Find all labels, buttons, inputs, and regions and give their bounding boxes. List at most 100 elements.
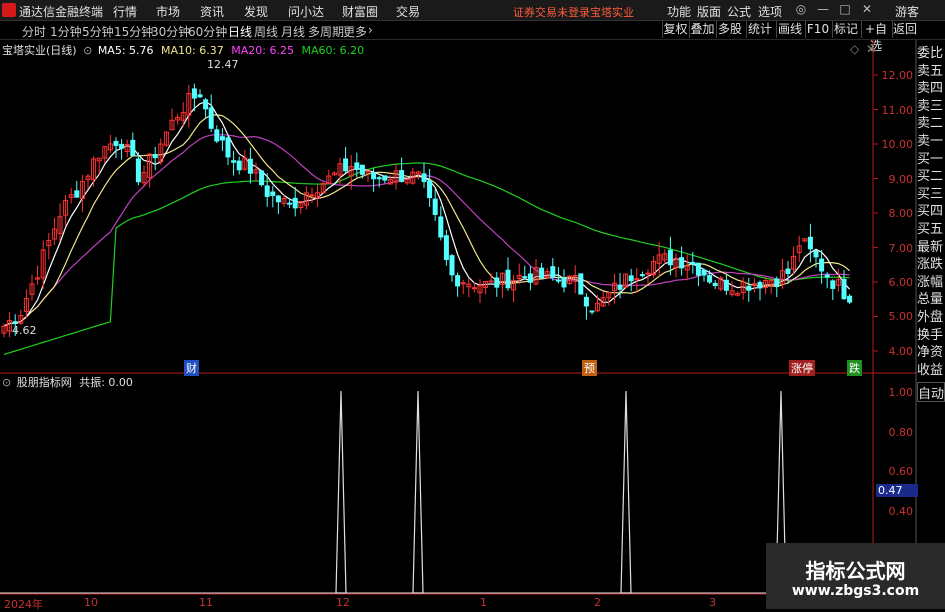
settings-circle-icon[interactable]: ⊙ bbox=[83, 44, 92, 57]
candle-body bbox=[259, 170, 265, 186]
menu-options[interactable]: 选项 bbox=[758, 3, 782, 20]
watermark-title: 指标公式网 bbox=[805, 559, 906, 583]
order-row[interactable]: 卖二 bbox=[917, 115, 945, 133]
multi-stock-button[interactable]: 多股 bbox=[716, 21, 743, 38]
login-warning[interactable]: 证券交易未登录 bbox=[513, 4, 590, 20]
f10-button[interactable]: F10 bbox=[805, 21, 830, 38]
xdate: 3 bbox=[709, 596, 716, 609]
period-30min[interactable]: 30分钟 bbox=[151, 23, 190, 40]
back-button[interactable]: 返回 bbox=[892, 21, 917, 38]
menu-news[interactable]: 资讯 bbox=[200, 3, 224, 20]
close-pane-icon[interactable]: ✕ bbox=[866, 42, 876, 56]
expand-icon[interactable]: ◇ bbox=[850, 42, 859, 56]
order-row[interactable]: 涨幅 bbox=[917, 274, 945, 292]
candle-body bbox=[813, 250, 819, 258]
menu-function[interactable]: 功能 bbox=[667, 3, 691, 20]
period-intraday[interactable]: 分时 bbox=[22, 23, 46, 40]
menu-formula[interactable]: 公式 bbox=[727, 3, 751, 20]
candle-body bbox=[432, 198, 438, 215]
auto-button[interactable]: 自动 bbox=[917, 382, 945, 402]
maximize-icon[interactable]: □ bbox=[836, 1, 854, 18]
candle-body bbox=[191, 88, 197, 99]
candle-body bbox=[275, 195, 281, 203]
order-row[interactable]: 买一 bbox=[917, 151, 945, 169]
ma20-label: MA20: 6.25 bbox=[231, 44, 294, 57]
order-row[interactable]: 委比 bbox=[917, 45, 945, 63]
order-row[interactable]: 卖四 bbox=[917, 80, 945, 98]
period-multi[interactable]: 多周期 bbox=[308, 23, 344, 40]
candles bbox=[1, 83, 853, 338]
period-daily[interactable]: 日线 bbox=[228, 23, 252, 40]
order-row[interactable]: 涨跌 bbox=[917, 256, 945, 274]
event-forecast-badge[interactable]: 预 bbox=[582, 360, 597, 376]
candle-body bbox=[807, 236, 813, 250]
period-1min[interactable]: 1分钟 bbox=[50, 23, 82, 40]
menu-quotes[interactable]: 行情 bbox=[113, 3, 137, 20]
candle-body bbox=[522, 276, 528, 279]
order-row[interactable]: 卖五 bbox=[917, 63, 945, 81]
xdate: 2024年 bbox=[4, 598, 43, 611]
candle-body bbox=[701, 269, 707, 276]
indicator-title[interactable]: 股朋指标网 bbox=[17, 376, 72, 389]
xdate: 1 bbox=[480, 596, 487, 609]
period-monthly[interactable]: 月线 bbox=[281, 23, 305, 40]
order-row[interactable]: 买四 bbox=[917, 203, 945, 221]
add-watchlist-button[interactable]: +自选 bbox=[861, 21, 890, 53]
order-row[interactable]: 外盘 bbox=[917, 309, 945, 327]
event-finance-badge[interactable]: 财 bbox=[184, 360, 199, 376]
period-more[interactable]: 更多 bbox=[343, 23, 367, 40]
event-limit-up-badge[interactable]: 涨停 bbox=[789, 360, 815, 376]
period-60min[interactable]: 60分钟 bbox=[188, 23, 227, 40]
draw-line-button[interactable]: 画线 bbox=[776, 21, 803, 38]
candle-body bbox=[438, 216, 444, 238]
order-row[interactable]: 卖一 bbox=[917, 133, 945, 151]
order-row[interactable]: 换手 bbox=[917, 327, 945, 345]
candlestick-chart[interactable] bbox=[0, 40, 917, 609]
candle-body bbox=[399, 170, 405, 182]
close-icon[interactable]: ✕ bbox=[858, 1, 876, 18]
chevron-right-icon[interactable]: › bbox=[368, 23, 373, 37]
order-row[interactable]: 最新 bbox=[917, 239, 945, 257]
xdate: 11 bbox=[199, 596, 213, 609]
stats-button[interactable]: 统计 bbox=[746, 21, 773, 38]
order-row[interactable]: 卖三 bbox=[917, 98, 945, 116]
user-icon[interactable]: ◎ bbox=[792, 1, 810, 18]
guest-label[interactable]: 游客 bbox=[895, 3, 919, 20]
menu-trade[interactable]: 交易 bbox=[396, 3, 420, 20]
order-row[interactable]: 总量 bbox=[917, 291, 945, 309]
order-row[interactable]: 净资 bbox=[917, 344, 945, 362]
indicator-settings-icon[interactable]: ⊙ bbox=[2, 376, 11, 389]
order-row[interactable]: 买三 bbox=[917, 186, 945, 204]
period-bar: 分时 1分钟 5分钟 15分钟 30分钟 60分钟 日线 周线 月线 多周期 更… bbox=[0, 21, 945, 40]
ma5-line bbox=[3, 101, 851, 327]
candle-body bbox=[583, 296, 589, 307]
mark-button[interactable]: 标记 bbox=[832, 21, 859, 38]
order-row[interactable]: 收益 bbox=[917, 362, 945, 380]
event-drop-badge[interactable]: 跌 bbox=[847, 360, 862, 376]
stock-title: 宝塔实业(日线) bbox=[2, 44, 77, 57]
candle-body bbox=[774, 278, 780, 287]
menu-layout[interactable]: 版面 bbox=[697, 3, 721, 20]
candle-body bbox=[449, 255, 455, 276]
menu-wealth[interactable]: 财富圈 bbox=[342, 3, 378, 20]
current-value-badge: 0.47 bbox=[876, 484, 918, 497]
menu-ask[interactable]: 问小达 bbox=[288, 3, 324, 20]
ma60-label: MA60: 6.20 bbox=[301, 44, 365, 57]
order-row[interactable]: 买五 bbox=[917, 221, 945, 239]
order-row[interactable]: 买二 bbox=[917, 168, 945, 186]
adjust-button[interactable]: 复权 bbox=[662, 21, 688, 38]
ma60-path bbox=[3, 162, 850, 356]
app-title: 通达信金融终端 bbox=[19, 5, 104, 19]
minimize-icon[interactable]: — bbox=[814, 1, 832, 18]
period-15min[interactable]: 15分钟 bbox=[114, 23, 153, 40]
overlay-button[interactable]: 叠加 bbox=[689, 21, 715, 38]
candle-body bbox=[354, 162, 360, 170]
candle-body bbox=[371, 172, 377, 180]
ytick: 9.00 bbox=[888, 173, 914, 186]
period-5min[interactable]: 5分钟 bbox=[82, 23, 114, 40]
period-weekly[interactable]: 周线 bbox=[254, 23, 278, 40]
candle-body bbox=[695, 262, 701, 276]
menu-discover[interactable]: 发现 bbox=[244, 3, 268, 20]
menu-market[interactable]: 市场 bbox=[156, 3, 180, 20]
high-price-label: 12.47 bbox=[207, 58, 239, 71]
